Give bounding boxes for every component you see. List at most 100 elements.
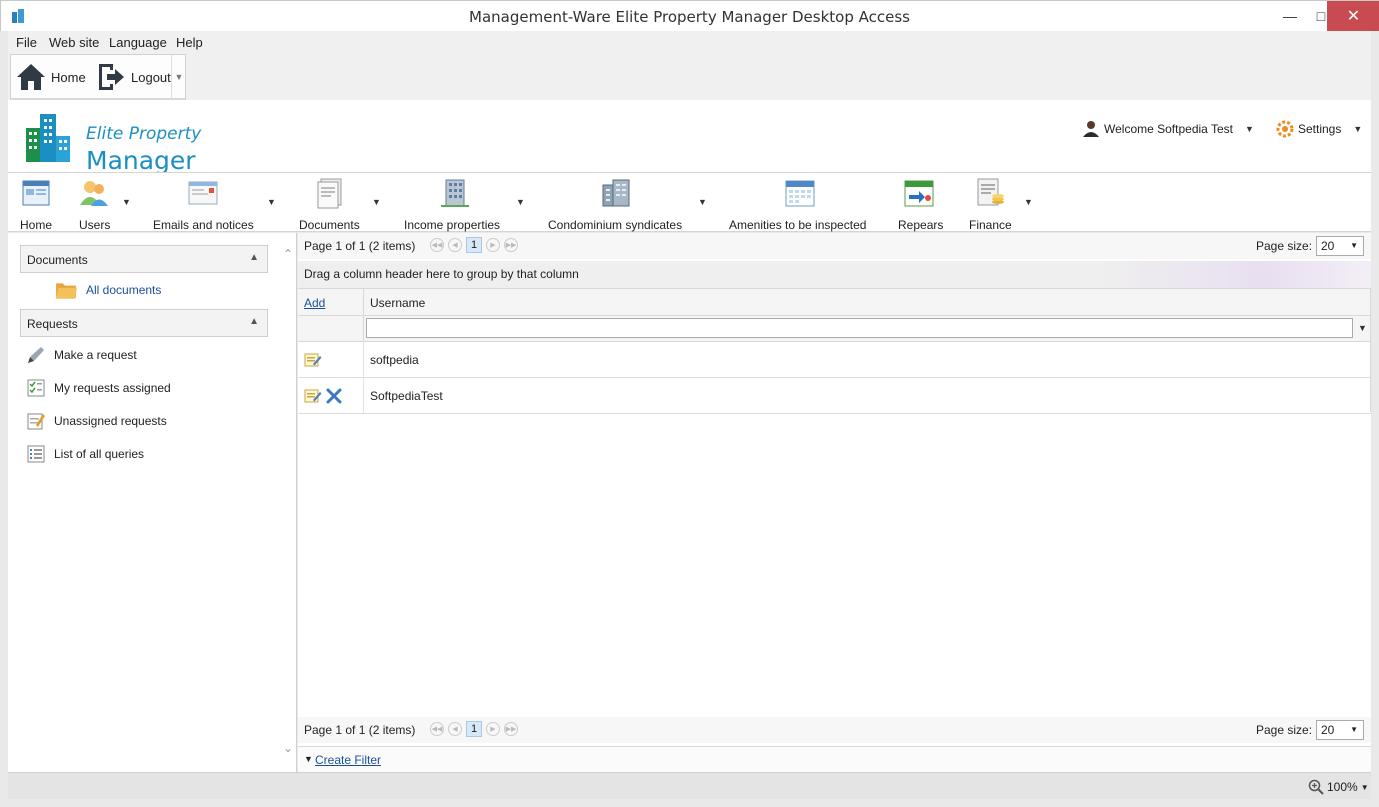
documents-section-header[interactable]: Documents ▲ xyxy=(20,245,268,273)
ribbon-emails[interactable]: ▼ Emails and notices xyxy=(153,177,278,232)
column-divider xyxy=(363,289,364,317)
requests-section-header[interactable]: Requests ▲ xyxy=(20,309,268,337)
prev-page-icon[interactable]: ◀ xyxy=(448,722,462,736)
edit-icon[interactable] xyxy=(304,351,322,369)
menu-help[interactable]: Help xyxy=(176,35,203,50)
username-column-header[interactable]: Username xyxy=(370,296,425,310)
close-button[interactable]: ✕ xyxy=(1327,1,1379,31)
users-grid: Page 1 of 1 (2 items) ◀◀ ◀ 1 ▶ ▶▶ Page s… xyxy=(298,233,1371,772)
ribbon-amenities[interactable]: Amenities to be inspected xyxy=(728,177,874,232)
menu-web-site[interactable]: Web site xyxy=(49,35,99,50)
ribbon-repears-label: Repears xyxy=(898,218,944,232)
sidebar-item-unassigned-requests[interactable]: Unassigned requests xyxy=(26,411,167,431)
sidebar-scroll-down-icon[interactable]: ⌄ xyxy=(283,741,293,755)
table-row[interactable]: softpedia xyxy=(298,342,1371,378)
prev-page-icon[interactable]: ◀ xyxy=(448,238,462,252)
group-panel[interactable]: Drag a column header here to group by th… xyxy=(298,261,1371,288)
bottom-pager-summary: Page 1 of 1 (2 items) xyxy=(304,723,416,737)
ribbon-income-properties[interactable]: ▼ Income properties xyxy=(403,177,528,232)
page-size-chevron-down-icon: ▼ xyxy=(1350,725,1358,734)
sidebar-item-make-request[interactable]: Make a request xyxy=(26,345,137,365)
sidebar-item-all-documents[interactable]: All documents xyxy=(54,279,161,301)
edit-icon[interactable] xyxy=(304,387,322,405)
ribbon-home-label: Home xyxy=(20,218,53,232)
filter-icon[interactable]: ▼ xyxy=(1358,323,1367,333)
status-bar: 100% ▼ xyxy=(8,772,1371,799)
left-sidebar: Documents ▲ All documents Requests ▲ Mak… xyxy=(8,233,297,772)
bottom-pager: Page 1 of 1 (2 items) ◀◀ ◀ 1 ▶ ▶▶ Page s… xyxy=(298,717,1371,743)
bottom-pager-buttons: ◀◀ ◀ 1 ▶ ▶▶ xyxy=(430,721,518,737)
folder-icon xyxy=(56,283,77,299)
sidebar-item-list-all-queries[interactable]: List of all queries xyxy=(26,444,144,464)
menu-language[interactable]: Language xyxy=(109,35,167,50)
finance-icon xyxy=(977,178,1004,206)
username-filter-input[interactable] xyxy=(366,318,1353,338)
settings-menu[interactable]: Settings ▼ xyxy=(1276,120,1362,138)
zoom-chevron-down-icon: ▼ xyxy=(1360,782,1369,792)
page-number-button[interactable]: 1 xyxy=(466,721,482,737)
ribbon-users[interactable]: ▼ Users xyxy=(76,177,136,232)
zoom-level: 100% xyxy=(1327,780,1358,794)
create-filter-link[interactable]: Create Filter xyxy=(315,753,381,767)
next-page-icon[interactable]: ▶ xyxy=(486,722,500,736)
unassigned-requests-label: Unassigned requests xyxy=(54,414,167,428)
app-header: Elite Property Manager Welcome Softpedia… xyxy=(8,100,1371,175)
grid-right-border xyxy=(1370,288,1371,412)
note-icon xyxy=(27,413,45,430)
list-icon xyxy=(27,445,45,463)
requests-collapse-icon: ▲ xyxy=(249,316,259,327)
checklist-icon xyxy=(27,379,45,397)
filter-divider xyxy=(363,316,364,342)
quick-home-button[interactable]: Home xyxy=(15,59,86,95)
logo-text-line2: Manager xyxy=(86,146,196,175)
next-page-icon[interactable]: ▶ xyxy=(486,238,500,252)
menu-bar: File Web site Language Help xyxy=(8,31,1371,52)
welcome-user-menu[interactable]: Welcome Softpedia Test ▼ xyxy=(1082,120,1254,138)
add-row-link[interactable]: Add xyxy=(304,296,325,310)
grid-filter-row: ▼ xyxy=(298,316,1371,342)
requests-section-label: Requests xyxy=(27,317,78,331)
sidebar-item-my-requests-assigned[interactable]: My requests assigned xyxy=(26,378,171,398)
ribbon-emails-label: Emails and notices xyxy=(153,218,254,232)
finance-chevron-down-icon: ▼ xyxy=(1024,197,1033,207)
building-logo-icon xyxy=(26,114,70,162)
ribbon-condominium-syndicates[interactable]: ▼ Condominium syndicates xyxy=(548,177,708,232)
username-cell: SoftpediaTest xyxy=(370,389,443,403)
calendar-icon xyxy=(785,180,815,207)
building-icon xyxy=(441,179,469,207)
ribbon-documents[interactable]: ▼ Documents xyxy=(298,177,383,232)
ribbon-finance[interactable]: ▼ Finance xyxy=(968,177,1034,232)
condo-icon xyxy=(602,179,630,207)
menu-file[interactable]: File xyxy=(16,35,37,50)
top-pager: Page 1 of 1 (2 items) ◀◀ ◀ 1 ▶ ▶▶ Page s… xyxy=(298,233,1371,259)
ribbon-amenities-label: Amenities to be inspected xyxy=(729,218,867,232)
first-page-icon[interactable]: ◀◀ xyxy=(430,238,444,252)
ribbon-repears[interactable]: Repears xyxy=(896,177,946,232)
top-page-size-select[interactable]: 20 ▼ xyxy=(1316,236,1364,256)
users-icon xyxy=(80,181,108,206)
table-row[interactable]: SoftpediaTest xyxy=(298,378,1371,414)
logout-button[interactable]: Logout xyxy=(95,59,171,95)
filter-footer: ▼ Create Filter xyxy=(298,746,1371,772)
last-page-icon[interactable]: ▶▶ xyxy=(504,238,518,252)
delete-icon[interactable] xyxy=(325,387,343,405)
quick-home-label: Home xyxy=(51,69,86,85)
bottom-page-size-select[interactable]: 20 ▼ xyxy=(1316,720,1364,740)
emails-chevron-down-icon: ▼ xyxy=(267,197,276,207)
page-number-button[interactable]: 1 xyxy=(466,237,482,253)
documents-chevron-down-icon: ▼ xyxy=(372,197,381,207)
logo-text-line1: Elite Property xyxy=(86,124,202,144)
last-page-icon[interactable]: ▶▶ xyxy=(504,722,518,736)
sidebar-scroll-up-icon[interactable]: ⌃ xyxy=(283,247,293,261)
quickbar-dropdown-icon[interactable]: ▼ xyxy=(171,55,186,99)
magnifier-icon xyxy=(1308,779,1324,795)
row-divider xyxy=(363,378,364,414)
make-request-label: Make a request xyxy=(54,348,137,362)
ribbon-condominium-label: Condominium syndicates xyxy=(548,218,683,232)
zoom-control[interactable]: 100% ▼ xyxy=(1308,779,1369,795)
ribbon-income-properties-label: Income properties xyxy=(404,218,501,232)
home-page-icon xyxy=(22,180,50,206)
ribbon-home[interactable]: Home xyxy=(16,177,56,232)
top-pager-buttons: ◀◀ ◀ 1 ▶ ▶▶ xyxy=(430,237,518,253)
first-page-icon[interactable]: ◀◀ xyxy=(430,722,444,736)
